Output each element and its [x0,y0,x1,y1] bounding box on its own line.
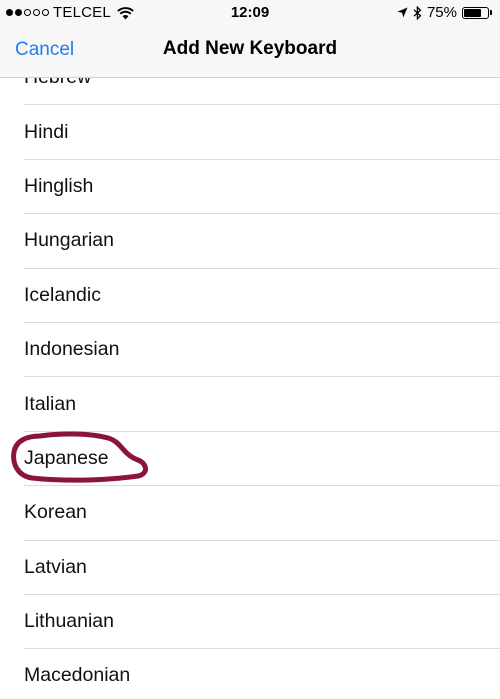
status-bar: TELCEL 12:09 75% [0,0,500,26]
list-item-hebrew[interactable]: Hebrew [24,78,500,106]
list-item-hungarian[interactable]: Hungarian [24,214,500,269]
list-item-latvian[interactable]: Latvian [24,541,500,595]
list-item-lithuanian[interactable]: Lithuanian [24,595,500,650]
list-item-hinglish[interactable]: Hinglish [24,160,500,215]
battery-percentage: 75% [426,4,457,21]
screen: TELCEL 12:09 75% Cancel Add New Keyboard [0,0,500,699]
bluetooth-icon [413,5,422,20]
list-item-italian[interactable]: Italian [24,377,500,432]
keyboard-language-list-content: Hebrew Hindi Hinglish Hungarian Icelandi… [0,78,500,699]
status-right: 75% [397,4,492,21]
list-item-macedonian[interactable]: Macedonian [24,649,500,699]
list-item-indonesian[interactable]: Indonesian [24,323,500,378]
list-item-icelandic[interactable]: Icelandic [24,269,500,323]
page-title: Add New Keyboard [162,38,338,59]
keyboard-language-list[interactable]: Hebrew Hindi Hinglish Hungarian Icelandi… [0,78,500,699]
list-item-japanese[interactable]: Japanese [24,432,500,487]
list-item-korean[interactable]: Korean [24,486,500,541]
battery-fill [464,8,482,17]
navigation-bar: Cancel Add New Keyboard [0,26,500,78]
location-arrow-icon [397,7,408,18]
list-item-hindi[interactable]: Hindi [24,105,500,160]
battery-tip [490,10,492,15]
battery-icon [462,6,489,19]
